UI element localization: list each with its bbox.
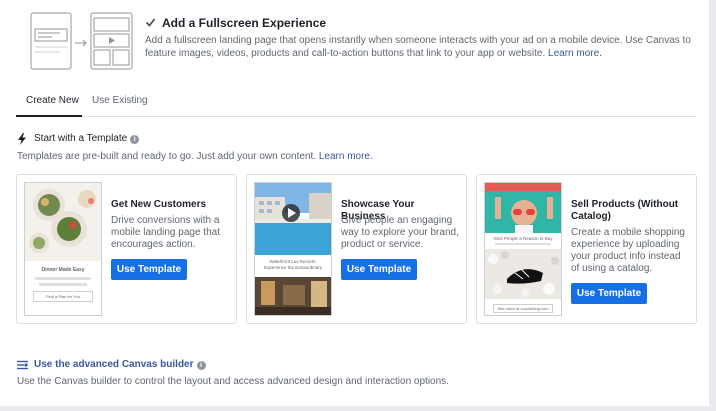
card-title: Sell Products (Without Catalog) (571, 199, 679, 222)
template-section-description: Templates are pre-built and ready to go.… (17, 151, 373, 162)
checkmark-icon (145, 18, 156, 27)
use-template-button[interactable]: Use Template (341, 259, 417, 280)
restaurant-interior-image-icon (255, 277, 331, 315)
card-description: Create a mobile shopping experience by u… (571, 227, 685, 274)
thumbnail-cta-button: Find a Plan for You (33, 291, 93, 302)
thumbnail-cta-button: See more at ourclothing.com (493, 304, 553, 313)
use-template-button[interactable]: Use Template (571, 283, 647, 304)
lightning-bolt-icon (18, 133, 26, 145)
thumbnail-text-line (35, 277, 91, 280)
card-description: Give people an engaging way to explore y… (341, 215, 459, 250)
scrollbar-track[interactable] (709, 0, 716, 411)
template-card-get-new-customers: Dinner Made Easy Find a Plan for You Get… (16, 174, 237, 324)
tab-use-existing[interactable]: Use Existing (92, 94, 148, 117)
template-section-title: Start with a Template i (34, 133, 140, 144)
template-card-showcase-business: Waterfront Lux Resorts: Experience the E… (246, 174, 467, 324)
source-tabs: Create New Use Existing (16, 94, 696, 117)
fullscreen-title: Add a Fullscreen Experience (162, 16, 327, 30)
info-icon[interactable]: i (196, 361, 206, 370)
template-learn-more-link[interactable]: Learn more. (319, 151, 373, 162)
thumbnail-text-line (495, 243, 551, 245)
info-icon[interactable]: i (130, 135, 140, 144)
use-template-button[interactable]: Use Template (111, 259, 187, 280)
shoes-pebbles-image-icon (485, 249, 561, 299)
advanced-builder-title: Use the advanced Canvas builder (34, 359, 194, 370)
card-title: Get New Customers (111, 199, 207, 210)
fullscreen-phones-illustration-icon (30, 12, 133, 70)
fullscreen-learn-more-link[interactable]: Learn more. (548, 48, 602, 59)
resort-pool-image-icon (255, 183, 331, 255)
card-description: Drive conversions with a mobile landing … (111, 215, 220, 250)
template-thumbnail: Give People a Reason to Buy See more at … (484, 182, 562, 316)
woman-sunglasses-image-icon (485, 183, 561, 233)
template-thumbnail: Dinner Made Easy Find a Plan for You (24, 182, 102, 316)
template-section-title-text: Start with a Template (34, 133, 128, 144)
thumbnail-caption: Give People a Reason to Buy (493, 236, 553, 241)
advanced-builder-link[interactable]: Use the advanced Canvas builder i (34, 359, 206, 370)
thumbnail-caption: Dinner Made Easy (41, 267, 85, 273)
food-plates-image-icon (25, 183, 101, 261)
fullscreen-description-text: Add a fullscreen landing page that opens… (145, 35, 691, 59)
template-card-sell-products: Give People a Reason to Buy See more at … (476, 174, 697, 324)
thumbnail-caption: Waterfront Lux Resorts: Experience the E… (263, 259, 323, 270)
tab-create-new[interactable]: Create New (16, 94, 82, 117)
fullscreen-description: Add a fullscreen landing page that opens… (145, 34, 695, 60)
template-section-description-text: Templates are pre-built and ready to go.… (17, 151, 317, 162)
thumbnail-text-line (39, 283, 87, 286)
fullscreen-checkbox[interactable] (145, 17, 156, 28)
advanced-builder-description: Use the Canvas builder to control the la… (17, 376, 449, 387)
template-thumbnail: Waterfront Lux Resorts: Experience the E… (254, 182, 332, 316)
canvas-builder-icon (17, 360, 28, 370)
canvas-settings-panel: Add a Fullscreen Experience Add a fullsc… (0, 0, 709, 406)
